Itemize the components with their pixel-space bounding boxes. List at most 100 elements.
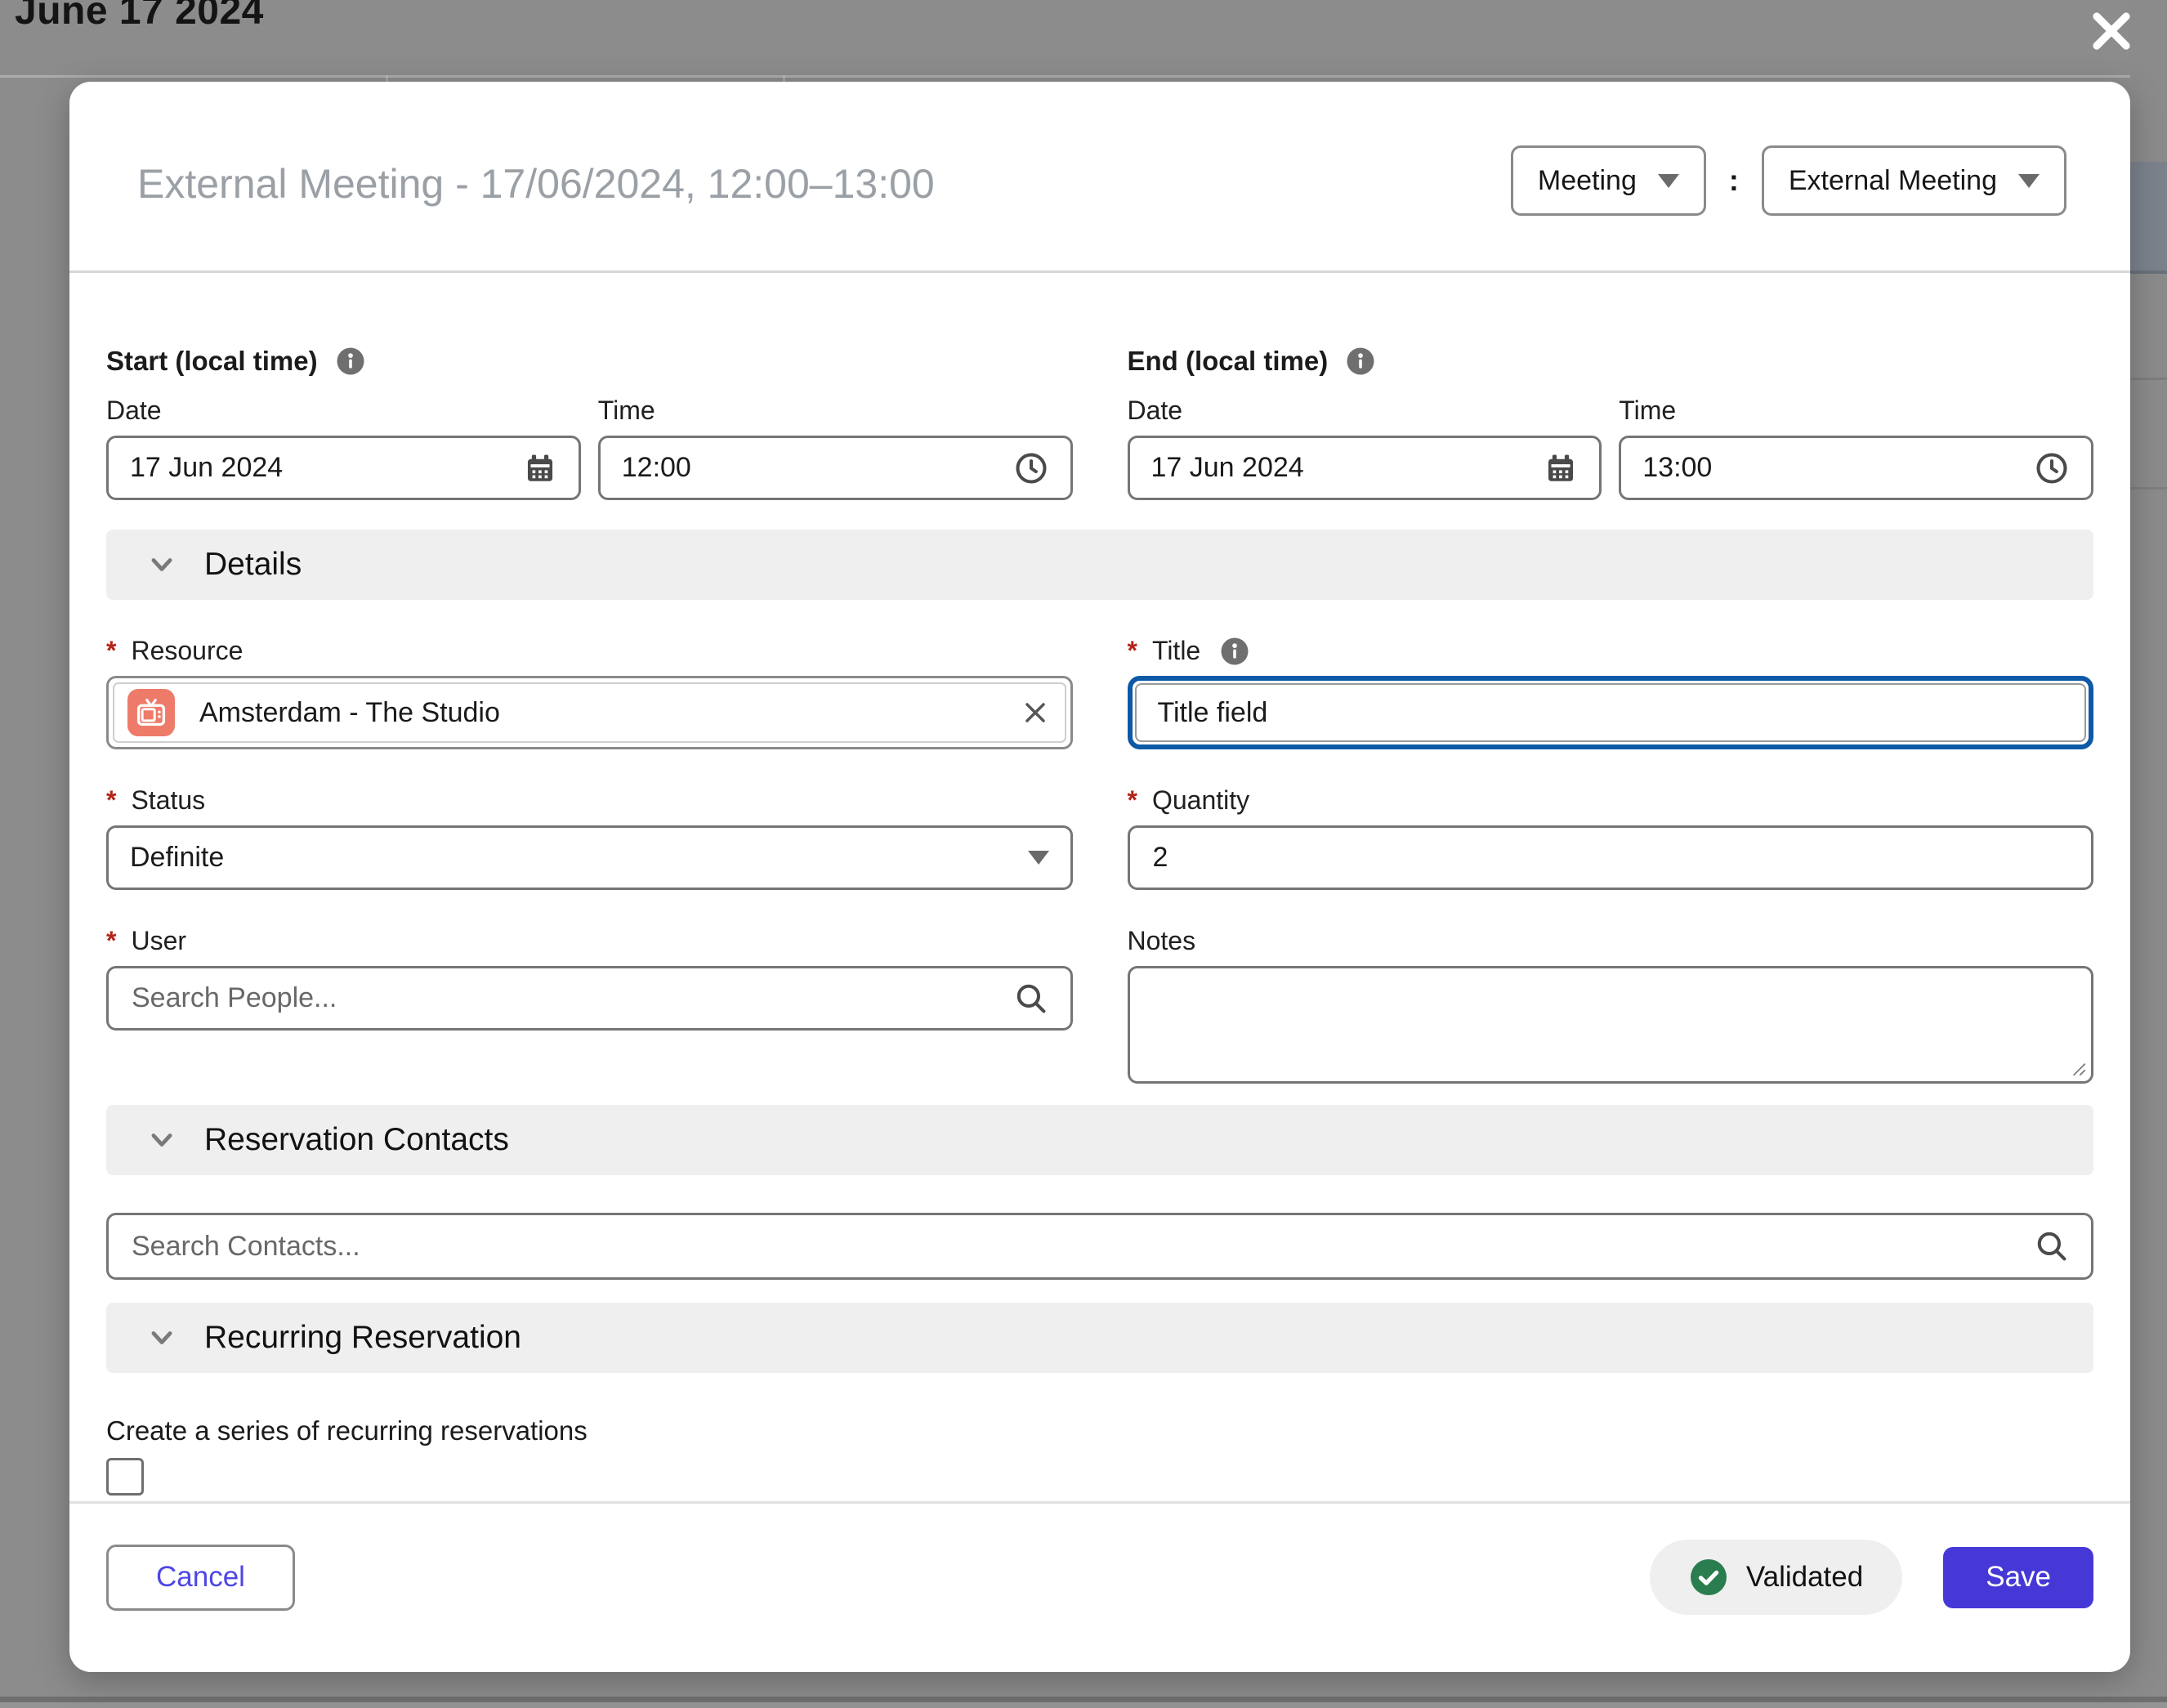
resource-combobox[interactable]: Amsterdam - The Studio: [106, 676, 1073, 749]
end-section-label: End (local time): [1128, 346, 1329, 377]
calendar-grid-line: [2130, 487, 2167, 490]
clock-icon[interactable]: [1013, 450, 1049, 486]
info-icon[interactable]: [1220, 637, 1249, 666]
cancel-button[interactable]: Cancel: [106, 1545, 295, 1611]
end-time-label: Time: [1619, 396, 2093, 426]
calendar-grid-line: [2130, 378, 2167, 380]
type-separator: :: [1729, 163, 1739, 198]
save-button[interactable]: Save: [1943, 1547, 2093, 1608]
calendar-edge-cells: [2130, 0, 2167, 1708]
start-section-label: Start (local time): [106, 346, 318, 377]
subtype-dropdown-value: External Meeting: [1789, 165, 1997, 197]
status-value: Definite: [130, 842, 1028, 874]
user-search-input[interactable]: [130, 981, 1013, 1015]
notes-field: Notes: [1128, 890, 2094, 1084]
required-mark: *: [106, 785, 116, 816]
type-selector-row: Meeting : External Meeting: [1511, 145, 2066, 216]
reservation-dialog: External Meeting - 17/06/2024, 12:00–13:…: [69, 82, 2130, 1672]
start-time-input[interactable]: 12:00: [598, 436, 1073, 500]
calendar-date-heading: June 17 2024: [15, 0, 264, 34]
tv-icon: [127, 689, 175, 736]
recurring-reservation-section-label: Recurring Reservation: [204, 1320, 521, 1356]
info-icon[interactable]: [1346, 347, 1375, 376]
category-dropdown[interactable]: Meeting: [1511, 145, 1706, 216]
save-button-label: Save: [1986, 1561, 2051, 1594]
start-time-label: Time: [598, 396, 1073, 426]
title-input[interactable]: [1156, 696, 2066, 730]
calendar-icon[interactable]: [1544, 451, 1578, 485]
dropdown-arrow-icon: [1658, 174, 1679, 188]
validated-badge: Validated: [1650, 1540, 1902, 1615]
end-time-value: 13:00: [1642, 452, 2034, 484]
required-mark: *: [1128, 785, 1137, 816]
resource-label: Resource: [131, 636, 243, 666]
required-mark: *: [106, 636, 116, 666]
start-date-value: 17 Jun 2024: [130, 452, 523, 484]
title-input-focused: [1128, 676, 2094, 749]
chevron-down-icon: [144, 1122, 180, 1158]
required-mark: *: [1128, 636, 1137, 666]
details-section-label: Details: [204, 547, 302, 583]
reservation-contacts-section-label: Reservation Contacts: [204, 1122, 509, 1158]
quantity-input[interactable]: [1151, 841, 2071, 874]
status-label: Status: [131, 785, 205, 816]
start-time-value: 12:00: [622, 452, 1013, 484]
calendar-grid-line: [0, 75, 2167, 78]
chevron-down-icon: [144, 547, 180, 583]
start-date-input[interactable]: 17 Jun 2024: [106, 436, 581, 500]
contacts-search-input[interactable]: [130, 1230, 2034, 1263]
subtype-dropdown[interactable]: External Meeting: [1762, 145, 2066, 216]
end-date-input[interactable]: 17 Jun 2024: [1128, 436, 1602, 500]
end-date-label: Date: [1128, 396, 1602, 426]
status-field: * Status Definite: [106, 749, 1073, 890]
dropdown-arrow-icon: [1028, 851, 1049, 865]
close-icon[interactable]: [2082, 2, 2141, 60]
recurring-reservation-section-header[interactable]: Recurring Reservation: [106, 1303, 2093, 1373]
dialog-footer: Cancel Validated Save: [69, 1501, 2130, 1672]
cancel-button-label: Cancel: [156, 1561, 245, 1594]
quantity-field: * Quantity: [1128, 749, 2094, 890]
title-label: Title: [1152, 636, 1200, 666]
notes-label: Notes: [1128, 926, 1196, 956]
clear-icon[interactable]: [1019, 696, 1052, 729]
info-icon[interactable]: [336, 347, 365, 376]
end-time-input[interactable]: 13:00: [1619, 436, 2093, 500]
calendar-icon[interactable]: [523, 451, 557, 485]
reservation-title-placeholder[interactable]: External Meeting - 17/06/2024, 12:00–13:…: [137, 160, 935, 208]
dropdown-arrow-icon: [2018, 174, 2040, 188]
resize-handle-icon[interactable]: [2066, 1057, 2088, 1078]
notes-textarea[interactable]: [1130, 968, 2092, 1081]
search-icon[interactable]: [1013, 981, 1049, 1017]
details-section-header[interactable]: Details: [106, 530, 2093, 600]
dialog-header: External Meeting - 17/06/2024, 12:00–13:…: [69, 82, 2130, 273]
validated-badge-label: Validated: [1746, 1561, 1863, 1594]
footer-divider: [69, 1501, 2130, 1504]
start-date-label: Date: [106, 396, 581, 426]
reservation-contacts-section-header[interactable]: Reservation Contacts: [106, 1105, 2093, 1175]
end-datetime-group: End (local time) Date 17 Jun 2024: [1128, 343, 2094, 500]
end-date-value: 17 Jun 2024: [1151, 452, 1544, 484]
required-mark: *: [106, 926, 116, 956]
quantity-label: Quantity: [1152, 785, 1249, 816]
search-icon[interactable]: [2034, 1228, 2070, 1264]
user-field: * User: [106, 890, 1073, 1084]
start-datetime-group: Start (local time) Date 17 Jun 2024: [106, 343, 1073, 500]
clock-icon[interactable]: [2034, 450, 2070, 486]
recurring-checkbox-label: Create a series of recurring reservation…: [106, 1415, 2093, 1446]
resource-value: Amsterdam - The Studio: [199, 697, 994, 729]
user-label: User: [131, 926, 186, 956]
contacts-search-box: [106, 1213, 2093, 1280]
check-icon: [1689, 1558, 1728, 1597]
calendar-selected-cell: [2130, 162, 2167, 274]
calendar-grid-line: [0, 1697, 2167, 1702]
category-dropdown-value: Meeting: [1538, 165, 1637, 197]
title-field: * Title: [1128, 600, 2094, 749]
resource-field: * Resource Amsterdam - The Studio: [106, 600, 1073, 749]
user-search-box: [106, 966, 1073, 1031]
recurring-checkbox[interactable]: [106, 1458, 144, 1496]
calendar-row: [0, 1702, 2167, 1708]
notes-textarea-box: [1128, 966, 2094, 1084]
chevron-down-icon: [144, 1320, 180, 1356]
status-select[interactable]: Definite: [106, 825, 1073, 890]
quantity-input-box: [1128, 825, 2094, 890]
